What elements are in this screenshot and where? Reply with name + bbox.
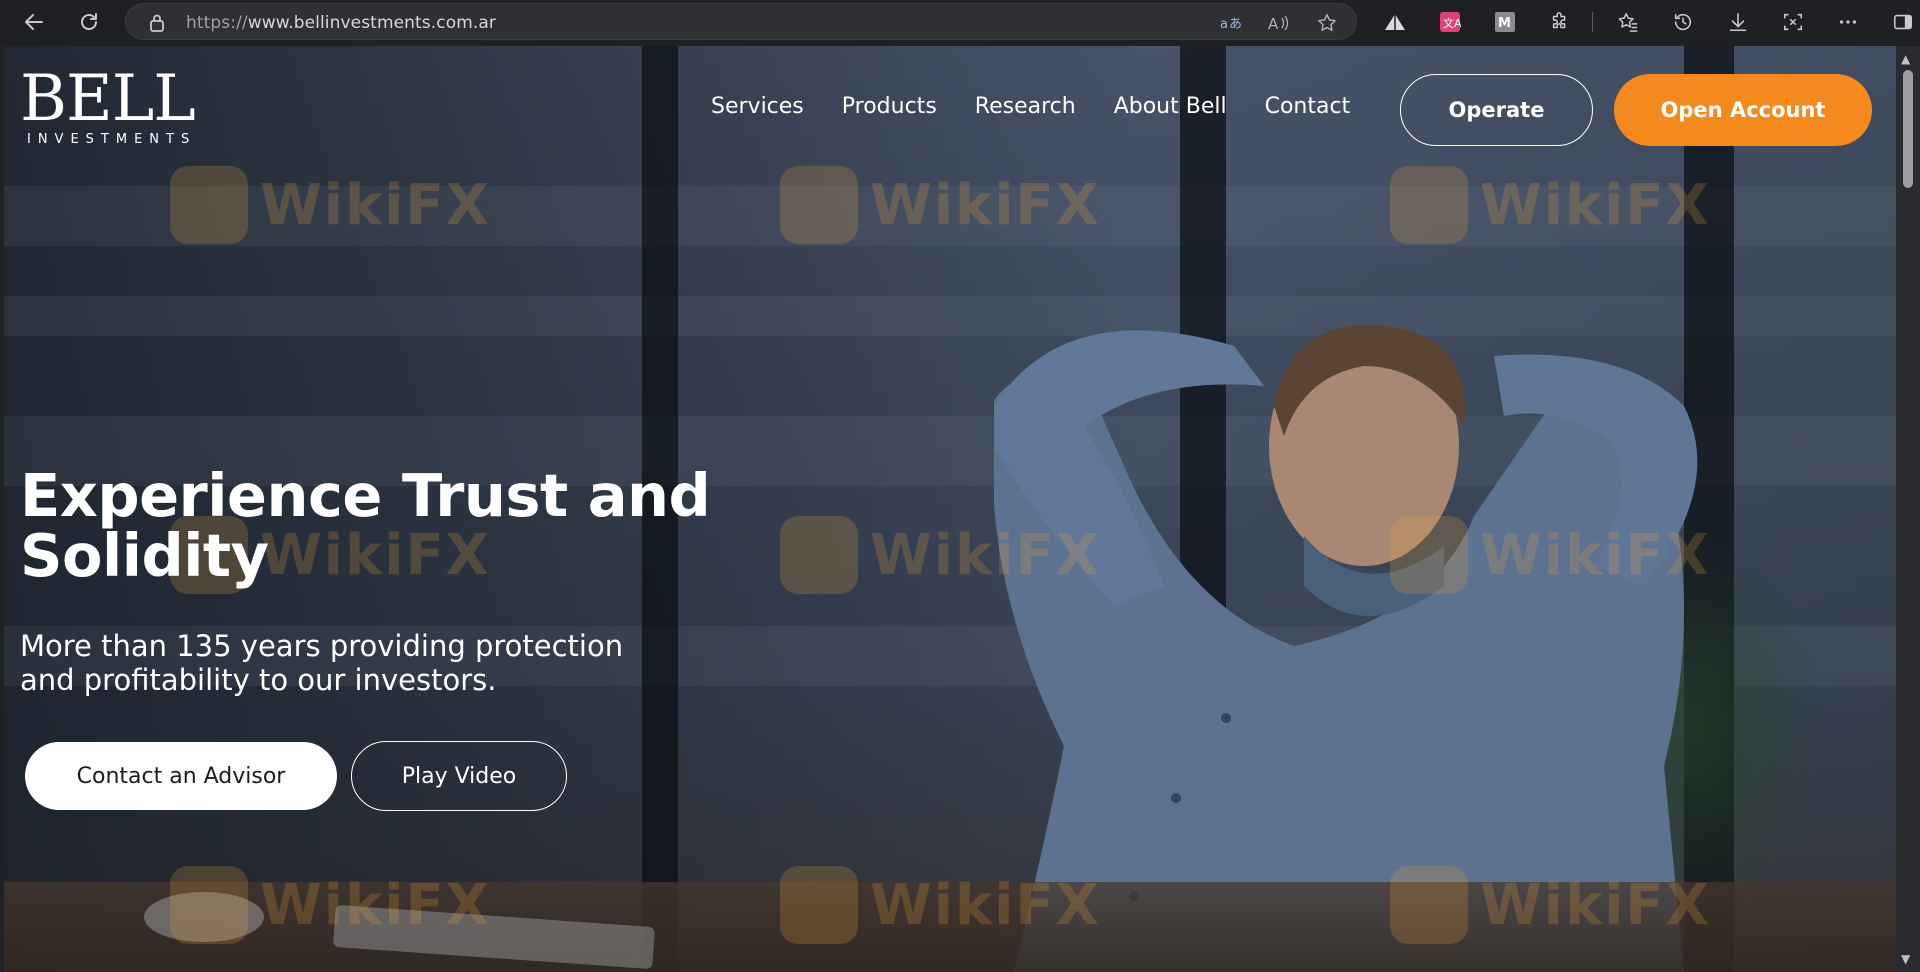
hero-title: Experience Trust and Solidity [20,461,711,590]
toolbar-divider [1592,12,1593,32]
browser-extensions: 文A M [1378,5,1920,39]
nav-contact[interactable]: Contact [1265,94,1351,119]
nav-about-bell[interactable]: About Bell [1114,94,1227,119]
watermark-text: WikiFX [870,172,1101,238]
scroll-thumb[interactable] [1903,70,1913,188]
url-text[interactable]: https://www.bellinvestments.com.ar [186,13,496,33]
open-account-button[interactable]: Open Account [1614,74,1872,146]
svg-text:A: A [1268,15,1279,32]
logo-wordmark: BELL [20,62,196,136]
read-aloud-icon[interactable]: A [1266,10,1292,36]
address-bar[interactable]: https://www.bellinvestments.com.ar aあ A [125,3,1357,40]
url-host: www.bellinvestments.com.ar [247,13,496,33]
watermark-text: WikiFX [1480,522,1711,588]
puzzle-icon[interactable] [1543,5,1577,39]
star-icon[interactable] [1314,10,1340,36]
watermark-text: WikiFX [260,872,491,938]
scroll-up-arrow-icon[interactable]: ▲ [1901,52,1910,66]
nav-research[interactable]: Research [975,94,1076,119]
reload-icon [81,13,97,30]
watermark: WikiFX [1390,166,1711,244]
triangle-extension-icon[interactable] [1378,5,1412,39]
watermark-logo-icon [1390,166,1468,244]
translate-extension-icon[interactable]: 文A [1433,5,1467,39]
watermark: WikiFX [1390,516,1711,594]
watermark: WikiFX [170,166,491,244]
svg-text:a: a [1220,17,1228,32]
browser-toolbar: https://www.bellinvestments.com.ar aあ A … [0,0,1920,46]
favorites-icon[interactable] [1611,5,1645,39]
history-icon[interactable] [1666,5,1700,39]
page-scrollbar[interactable]: ▲ ▼ [1896,46,1920,972]
watermark: WikiFX [170,866,491,944]
back-button[interactable] [19,7,49,37]
scroll-down-arrow-icon[interactable]: ▼ [1901,952,1910,966]
nav-services[interactable]: Services [711,94,804,119]
watermark: WikiFX [1390,866,1711,944]
watermark-logo-icon [780,166,858,244]
logo-subtitle: INVESTMENTS [27,132,197,147]
play-video-button[interactable]: Play Video [351,741,567,811]
nav-products[interactable]: Products [842,94,937,119]
sidebar-icon[interactable] [1886,5,1920,39]
watermark-logo-icon [170,166,248,244]
watermark-logo-icon [170,866,248,944]
watermark: WikiFX [780,516,1101,594]
bell-investments-logo[interactable]: BELL INVESTMENTS [20,62,197,147]
reload-button[interactable] [74,7,104,37]
watermark-logo-icon [780,516,858,594]
svg-text:あ: あ [1229,17,1242,32]
watermark-text: WikiFX [260,172,491,238]
svg-text:文A: 文A [1443,16,1461,30]
operate-button[interactable]: Operate [1400,74,1593,146]
more-icon[interactable] [1831,5,1865,39]
hero-subtitle: More than 135 years providing protection… [20,629,624,697]
m-extension-icon[interactable]: M [1488,5,1522,39]
lock-icon[interactable] [148,13,166,37]
watermark-text: WikiFX [1480,172,1711,238]
screenshot-icon[interactable] [1776,5,1810,39]
translate-icon[interactable]: aあ [1218,10,1244,36]
watermark-text: WikiFX [1480,872,1711,938]
watermark-logo-icon [1390,516,1468,594]
watermark-logo-icon [780,866,858,944]
watermark-logo-icon [1390,866,1468,944]
watermark: WikiFX [780,866,1101,944]
watermark-text: WikiFX [870,872,1101,938]
main-navigation: Services Products Research About Bell Co… [711,94,1388,119]
arrow-left-icon [25,14,43,30]
watermark: WikiFX [780,166,1101,244]
download-icon[interactable] [1721,5,1755,39]
url-scheme: https:// [186,13,248,33]
contact-advisor-button[interactable]: Contact an Advisor [25,742,337,810]
watermark-text: WikiFX [870,522,1101,588]
page-viewport: WikiFX WikiFX WikiFX WikiFX WikiFX WikiF… [4,46,1896,972]
svg-text:M: M [1498,16,1511,31]
